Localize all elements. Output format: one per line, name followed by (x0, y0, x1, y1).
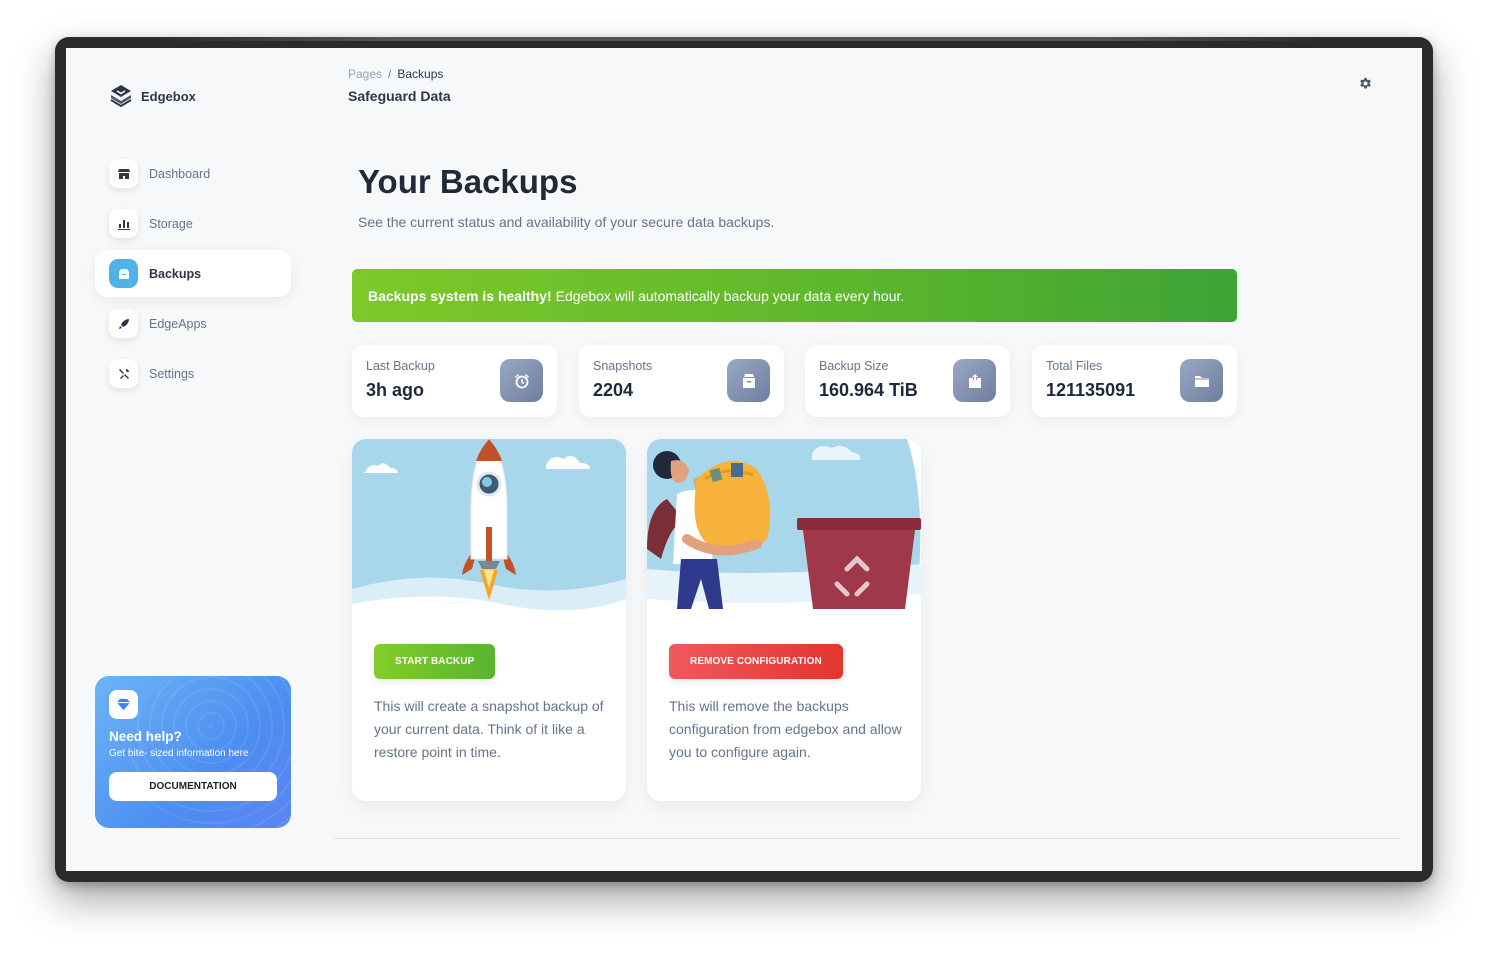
stat-label: Total Files (1046, 359, 1103, 373)
bar-chart-icon (109, 209, 138, 238)
alarm-clock-icon (500, 359, 543, 402)
start-backup-description: This will create a snapshot backup of yo… (374, 698, 604, 760)
stat-value: 3h ago (366, 380, 425, 400)
alert-bold-text: Backups system is healthy! (368, 287, 552, 304)
remove-configuration-description: This will remove the backups configurati… (669, 698, 902, 760)
folder-icon (1180, 359, 1223, 402)
sidebar-item-label: Backups (149, 266, 202, 281)
archive-icon (109, 259, 138, 288)
stat-total-files: Total Files 121135091 (1032, 345, 1237, 417)
stat-value: 2204 (593, 380, 634, 400)
help-card: Need help? Get bite- sized information h… (95, 676, 291, 828)
header-title: Safeguard Data (348, 88, 451, 104)
breadcrumb: Pages / Backups (348, 67, 443, 81)
documentation-button[interactable]: DOCUMENTATION (109, 772, 277, 801)
recycle-bin-illustration (647, 439, 921, 629)
status-alert: Backups system is healthy! Edgebox will … (352, 269, 1237, 322)
sidebar-item-label: Storage (149, 216, 193, 231)
stat-label: Backup Size (819, 359, 889, 373)
sidebar-item-backups[interactable]: Backups (95, 250, 291, 297)
remove-configuration-card: REMOVE CONFIGURATION This will remove th… (647, 439, 921, 801)
stat-last-backup: Last Backup 3h ago (352, 345, 557, 417)
rocket-icon (109, 309, 138, 338)
sidebar-item-label: EdgeApps (149, 316, 207, 331)
sidebar-item-settings[interactable]: Settings (95, 350, 291, 397)
sidebar-item-label: Settings (149, 366, 195, 381)
stat-value: 160.964 TiB (819, 380, 918, 400)
page-subtitle: See the current status and availability … (358, 214, 775, 230)
box-upload-icon (953, 359, 996, 402)
gear-icon[interactable] (1359, 77, 1372, 90)
app-screen: Edgebox Dashboard Storage Backups EdgeAp… (66, 48, 1422, 871)
breadcrumb-separator: / (388, 67, 392, 81)
tools-icon (109, 359, 138, 388)
stat-value: 121135091 (1046, 380, 1136, 400)
store-icon (109, 159, 138, 188)
stat-snapshots: Snapshots 2204 (579, 345, 784, 417)
stat-label: Snapshots (593, 359, 653, 373)
start-backup-button[interactable]: START BACKUP (374, 644, 496, 679)
breadcrumb-current: Backups (397, 67, 444, 81)
sidebar-nav: Dashboard Storage Backups EdgeApps Setti… (95, 150, 291, 400)
footer-divider (334, 838, 1400, 839)
alert-text: Edgebox will automatically backup your d… (555, 287, 905, 304)
diamond-icon (109, 690, 138, 719)
edgebox-logo-icon (110, 85, 132, 108)
stat-backup-size: Backup Size 160.964 TiB (805, 345, 1010, 417)
stat-label: Last Backup (366, 359, 435, 373)
sidebar-item-dashboard[interactable]: Dashboard (95, 150, 291, 197)
help-subtitle: Get bite- sized information here (109, 748, 249, 759)
brand-name: Edgebox (141, 88, 196, 104)
page-title: Your Backups (358, 163, 578, 200)
brand-logo[interactable]: Edgebox (109, 84, 196, 108)
sidebar-item-edgeapps[interactable]: EdgeApps (95, 300, 291, 347)
help-title: Need help? (109, 729, 182, 744)
remove-configuration-button[interactable]: REMOVE CONFIGURATION (669, 644, 843, 679)
sidebar-item-label: Dashboard (149, 166, 211, 181)
sidebar-item-storage[interactable]: Storage (95, 200, 291, 247)
archive-box-icon (727, 359, 770, 402)
start-backup-card: START BACKUP This will create a snapshot… (352, 439, 626, 801)
breadcrumb-root[interactable]: Pages (348, 67, 382, 81)
rocket-launch-illustration (352, 439, 626, 629)
